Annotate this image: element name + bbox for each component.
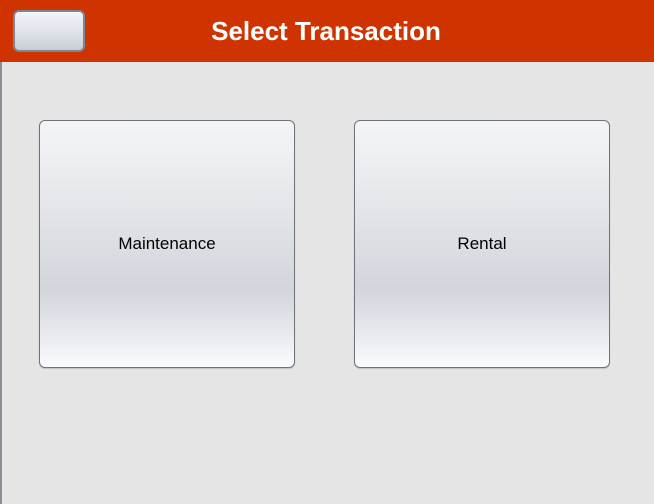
title-bar: Select Transaction bbox=[0, 0, 654, 62]
rental-button[interactable]: Rental bbox=[354, 120, 610, 368]
window-left-edge bbox=[0, 0, 2, 504]
maintenance-button[interactable]: Maintenance bbox=[39, 120, 295, 368]
rental-button-label: Rental bbox=[457, 234, 507, 253]
maintenance-button-label: Maintenance bbox=[118, 234, 216, 253]
page-title: Select Transaction bbox=[211, 16, 441, 46]
